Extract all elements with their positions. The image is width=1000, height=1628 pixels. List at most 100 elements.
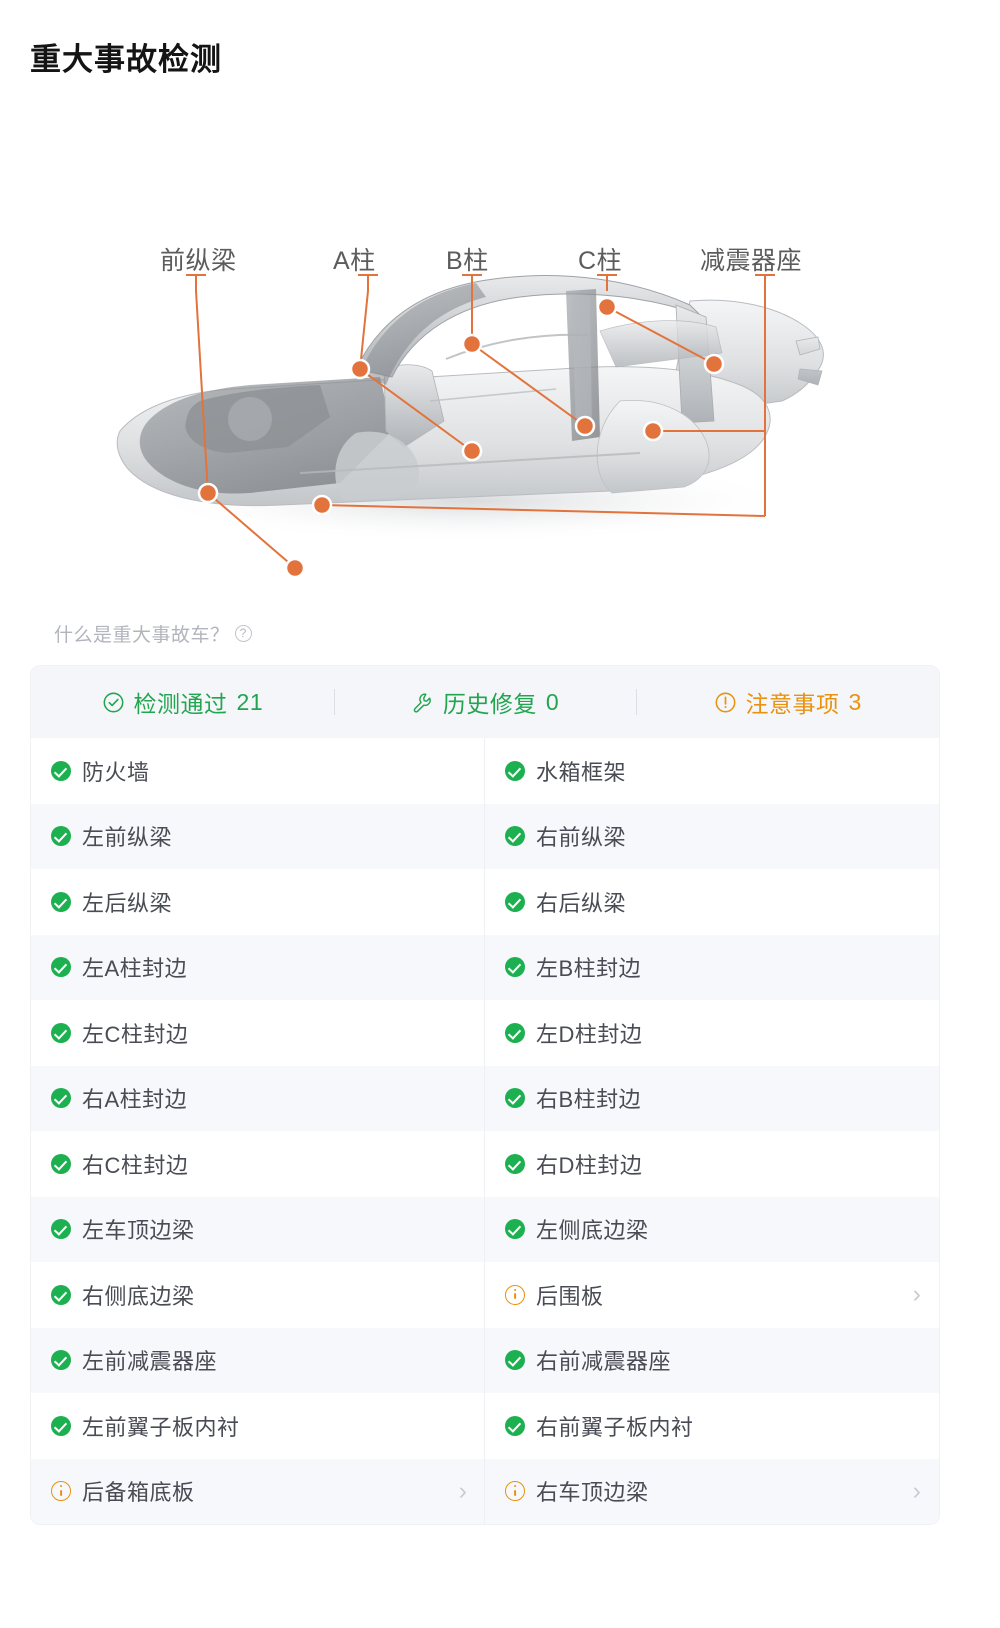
inspection-row: 左车顶边梁	[31, 1196, 485, 1262]
inspection-row-label: 左A柱封边	[82, 956, 188, 982]
inspection-row: 左A柱封边	[31, 934, 485, 1000]
inspection-row: 左B柱封边	[485, 934, 939, 1000]
summary-repair[interactable]: 历史修复 0	[334, 685, 637, 719]
info-circle-icon	[505, 1284, 525, 1305]
check-circle-filled-icon	[505, 1219, 525, 1240]
check-circle-filled-icon	[505, 957, 525, 978]
summary-pass-label: 检测通过	[133, 691, 228, 717]
summary-notice-count: 3	[848, 688, 862, 715]
inspection-row: 右前翼子板内衬	[485, 1393, 939, 1459]
callout-dot	[703, 353, 725, 375]
inspection-item-list: 防火墙 水箱框架左前纵梁 右前纵梁左后纵梁 右后纵梁左A柱封边 左B柱封边左C柱封边 左D…	[31, 738, 939, 1524]
inspection-row-label: 右B柱封边	[536, 1087, 642, 1113]
summary-pass[interactable]: 检测通过 21	[31, 685, 334, 719]
check-circle-filled-icon	[51, 891, 71, 912]
inspection-row: 右C柱封边	[31, 1131, 485, 1197]
callout-dot	[461, 333, 483, 355]
inspection-row: 左C柱封边	[31, 1000, 485, 1066]
inspection-row-label: 左车顶边梁	[82, 1218, 195, 1244]
summary-repair-label: 历史修复	[442, 691, 537, 717]
callout-label-front-rail: 前纵梁	[160, 247, 237, 275]
inspection-row: 左侧底边梁	[485, 1196, 939, 1262]
inspection-row-label: 左C柱封边	[82, 1021, 189, 1047]
inspection-row: 防火墙	[31, 738, 485, 804]
check-circle-filled-icon	[51, 760, 71, 781]
inspection-row: 左D柱封边	[485, 1000, 939, 1066]
inspection-row-label: 左前翼子板内衬	[82, 1414, 240, 1440]
check-circle-icon	[102, 691, 125, 714]
summary-bar: 检测通过 21 历史修复 0 注意事项 3	[31, 666, 939, 738]
chevron-right-icon[interactable]: ›	[913, 1478, 921, 1504]
inspection-row-label: 左前减震器座	[82, 1349, 218, 1375]
inspection-row: 右侧底边梁	[31, 1262, 485, 1328]
inspection-row[interactable]: 后备箱底板 ›	[31, 1458, 485, 1524]
check-circle-filled-icon	[505, 1088, 525, 1109]
inspection-row-label: 右D柱封边	[536, 1152, 643, 1178]
chevron-right-icon[interactable]: ›	[459, 1478, 467, 1504]
repair-wrench-icon	[411, 691, 434, 714]
callout-dot	[197, 482, 219, 504]
inspection-row-label: 右C柱封边	[82, 1152, 189, 1178]
inspection-row-label: 后围板	[536, 1283, 604, 1309]
inspection-row-label: 左前纵梁	[82, 825, 173, 851]
callout-label-c-pillar: C柱	[578, 247, 623, 275]
callout-label-a-pillar: A柱	[333, 247, 376, 275]
check-circle-filled-icon	[505, 1350, 525, 1371]
info-circle-icon	[51, 1481, 71, 1502]
what-is-major-accident-car-link[interactable]: 什么是重大事故车？ ?	[0, 601, 1000, 655]
car-frame-illustration	[116, 274, 824, 579]
check-circle-filled-icon	[505, 760, 525, 781]
chevron-right-icon[interactable]: ›	[913, 1282, 921, 1307]
inspection-row-label: 右车顶边梁	[536, 1480, 649, 1506]
inspection-row: 右D柱封边	[485, 1131, 939, 1197]
help-link-label: 什么是重大事故车？	[54, 624, 230, 646]
inspection-row-label: 左后纵梁	[82, 890, 173, 916]
inspection-row-label: 左D柱封边	[536, 1021, 643, 1047]
inspection-row-label: 右前减震器座	[536, 1349, 672, 1375]
check-circle-filled-icon	[505, 1022, 525, 1043]
check-circle-filled-icon	[51, 1415, 71, 1436]
check-circle-filled-icon	[51, 957, 71, 978]
inspection-row: 左后纵梁	[31, 869, 485, 935]
callout-dot	[596, 296, 618, 318]
check-circle-filled-icon	[505, 891, 525, 912]
inspection-row: 左前纵梁	[31, 803, 485, 869]
callout-dot	[284, 557, 306, 579]
inspection-row: 左前减震器座	[31, 1327, 485, 1393]
inspection-card: 检测通过 21 历史修复 0 注意事项 3 防火墙水箱框架 左前纵梁 右前纵梁 …	[30, 665, 940, 1525]
inspection-row: 右后纵梁	[485, 869, 939, 935]
inspection-row-label: 左B柱封边	[536, 956, 642, 982]
inspection-row: 水箱框架	[485, 738, 939, 804]
callout-dot	[461, 440, 483, 462]
inspection-row-label: 右前翼子板内衬	[536, 1414, 694, 1440]
inspection-row-label: 水箱框架	[536, 759, 627, 785]
inspection-row: 左前翼子板内衬	[31, 1393, 485, 1459]
inspection-row: 右A柱封边	[31, 1065, 485, 1131]
inspection-row[interactable]: 后围板 ›	[485, 1262, 939, 1328]
inspection-row-label: 右A柱封边	[82, 1087, 188, 1113]
inspection-row: 右B柱封边	[485, 1065, 939, 1131]
summary-notice[interactable]: 注意事项 3	[636, 685, 939, 719]
check-circle-filled-icon	[505, 1415, 525, 1436]
callout-dot	[349, 358, 371, 380]
inspection-row: 右前纵梁	[485, 803, 939, 869]
question-circle-icon[interactable]: ?	[234, 624, 252, 642]
inspection-row-label: 左侧底边梁	[536, 1218, 649, 1244]
callout-dot	[574, 415, 596, 437]
inspection-row[interactable]: 右车顶边梁 ›	[485, 1458, 939, 1524]
car-body-frame-diagram: 前纵梁 A柱 B柱 C柱 减震器座	[0, 101, 1000, 601]
summary-notice-label: 注意事项	[745, 691, 840, 717]
check-circle-filled-icon	[51, 1350, 71, 1371]
callout-label-shock-mount: 减震器座	[700, 247, 803, 275]
inspection-row-label: 防火墙	[82, 759, 150, 785]
inspection-row: 右前减震器座	[485, 1327, 939, 1393]
inspection-row-label: 后备箱底板	[82, 1480, 195, 1506]
callout-dot	[311, 494, 333, 516]
callout-dot	[642, 420, 664, 442]
inspection-row-label: 右侧底边梁	[82, 1283, 195, 1309]
info-circle-icon	[714, 691, 737, 714]
check-circle-filled-icon	[51, 1022, 71, 1043]
check-circle-filled-icon	[51, 826, 71, 847]
page-title: 重大事故检测	[30, 42, 222, 77]
check-circle-filled-icon	[51, 1219, 71, 1240]
